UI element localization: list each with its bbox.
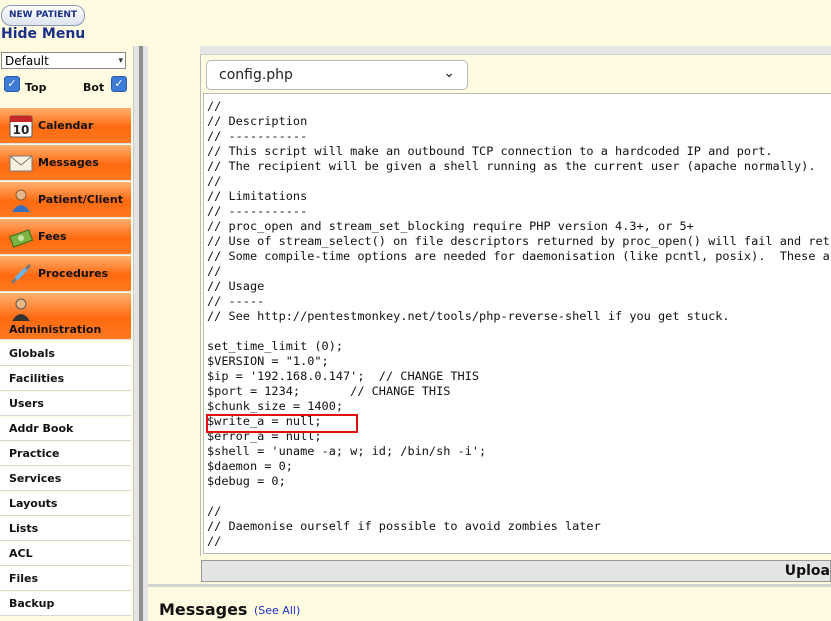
nav-item-label: Administration [9,323,102,336]
code-text: // // Description // ----------- // This… [207,99,831,548]
admin-item-label: Layouts [9,497,58,510]
admin-item-facilities[interactable]: Facilities [0,367,131,391]
file-editor-panel: config.php ⌄ // // Description // ------… [200,55,831,556]
main-content: config.php ⌄ // // Description // ------… [148,46,831,621]
section-divider [148,584,831,587]
bot-checkbox-label: Bot [83,81,105,94]
admin-item-acl[interactable]: ACL [0,542,131,566]
nav-item-fees[interactable]: Fees [0,219,131,255]
admin-item-practice[interactable]: Practice [0,442,131,466]
admin-person-icon [12,298,30,321]
admin-item-label: Facilities [9,372,65,385]
file-select-dropdown[interactable]: config.php ⌄ [206,60,468,90]
envelope-icon [9,155,33,172]
top-divider [200,46,831,55]
admin-item-label: ACL [9,547,33,560]
admin-item-label: Addr Book [9,422,74,435]
nav-item-label: Patient/Client [38,193,123,206]
nav-item-messages[interactable]: Messages [0,145,131,181]
admin-item-files[interactable]: Files [0,567,131,591]
new-patient-button[interactable]: NEW PATIENT [1,5,85,26]
nav-item-calendar[interactable]: 10 Calendar [0,108,131,144]
select-arrow-icon: ▾ [118,56,123,66]
admin-item-label: Services [9,472,62,485]
top-bar: NEW PATIENT Hide Menu [0,0,831,46]
admin-item-users[interactable]: Users [0,392,131,416]
admin-item-label: Globals [9,347,55,360]
menu-profile-select[interactable]: Default ▾ [1,52,126,69]
admin-item-label: Users [9,397,44,410]
admin-item-addr-book[interactable]: Addr Book [0,417,131,441]
nav-item-label: Procedures [38,267,109,280]
hide-menu-link[interactable]: Hide Menu [1,26,85,42]
nav-item-label: Messages [38,156,99,169]
frame-splitter[interactable] [133,46,148,621]
calendar-icon: 10 [9,115,33,138]
upload-bar: Uploa [201,560,831,582]
nav-item-administration[interactable]: Administration [0,293,131,340]
person-icon [12,189,30,212]
syringe-icon [10,263,32,285]
admin-item-label: Backup [9,597,55,610]
nav-item-patient-client[interactable]: Patient/Client [0,182,131,218]
ip-highlight-box [206,414,358,433]
file-select-value: config.php [219,67,293,83]
messages-title: Messages [159,600,248,619]
upload-button[interactable]: Uploa [785,563,830,579]
splitter-handle[interactable] [139,46,143,621]
admin-item-backup[interactable]: Backup [0,592,131,616]
nav-item-label: Calendar [38,119,94,132]
admin-item-globals[interactable]: Globals [0,342,131,366]
admin-item-label: Practice [9,447,60,460]
admin-item-label: Lists [9,522,39,535]
top-checkbox[interactable]: ✓ [4,76,20,92]
chevron-down-icon: ⌄ [443,65,455,81]
admin-item-services[interactable]: Services [0,467,131,491]
see-all-link[interactable]: (See All) [254,604,300,617]
top-checkbox-label: Top [25,81,47,94]
nav-item-procedures[interactable]: Procedures [0,256,131,292]
admin-item-layouts[interactable]: Layouts [0,492,131,516]
nav-item-label: Fees [38,230,67,243]
menu-profile-value: Default [5,54,49,68]
admin-item-label: Files [9,572,39,585]
admin-item-lists[interactable]: Lists [0,517,131,541]
bot-checkbox[interactable]: ✓ [111,76,127,92]
left-nav: Default ▾ ✓ Top Bot ✓ 10 Calendar Messag… [0,46,132,621]
code-editor-textarea[interactable]: // // Description // ----------- // This… [203,93,831,554]
money-icon [9,229,34,248]
svg-text:10: 10 [13,123,30,137]
